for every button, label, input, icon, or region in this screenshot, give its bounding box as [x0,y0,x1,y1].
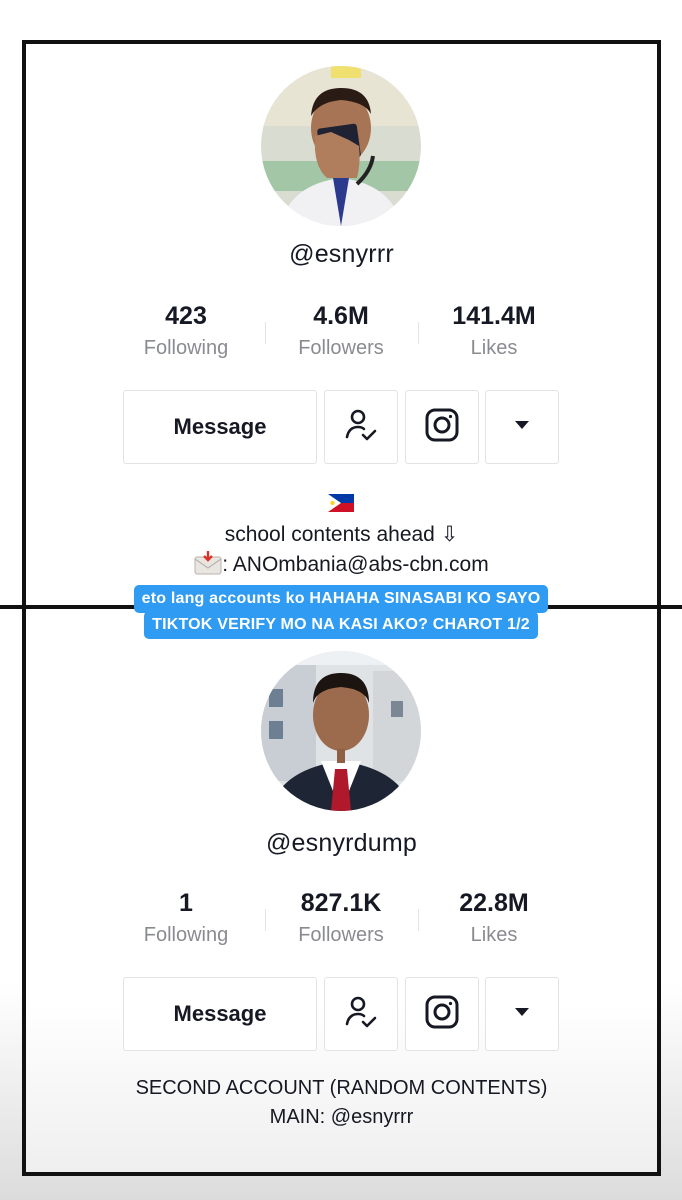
profile-panel-dump: @esnyrdump 1 Following 827.1K Followers … [26,609,657,1172]
stat-label: Following [143,337,229,359]
instagram-icon [423,993,461,1036]
stat-following[interactable]: 1 Following [111,889,261,947]
caption-line: TIKTOK VERIFY MO NA KASI AKO? CHAROT 1/2 [144,611,538,639]
avatar[interactable] [261,651,421,811]
instagram-button[interactable] [405,390,479,464]
stat-value: 22.8M [459,889,529,917]
instagram-button[interactable] [405,977,479,1051]
philippines-flag-icon [328,494,354,512]
message-button[interactable]: Message [123,390,317,464]
stat-label: Followers [298,337,384,359]
more-options-button[interactable] [485,977,559,1051]
stat-value: 1 [179,889,193,917]
user-check-icon [343,407,379,448]
profile-actions: Message [123,977,559,1051]
bio-email[interactable]: : ANOmbania@abs-cbn.com [222,553,488,576]
envelope-icon [194,551,222,581]
username: @esnyrrr [289,240,394,268]
stat-value: 4.6M [313,302,369,330]
stat-value: 423 [165,302,207,330]
bio-line: : ANOmbania@abs-cbn.com [26,551,657,581]
stat-value: 141.4M [452,302,536,330]
more-options-button[interactable] [485,390,559,464]
caret-down-icon [514,1005,530,1023]
username: @esnyrdump [265,829,418,857]
instagram-icon [423,406,461,449]
bio-line: school contents ahead ⇩ [224,523,459,546]
profile-stats: 1 Following 827.1K Followers 22.8M Likes [111,889,571,949]
following-button[interactable] [324,390,398,464]
stat-followers[interactable]: 4.6M Followers [266,302,416,360]
caption-line: eto lang accounts ko HAHAHA SINASABI KO … [133,585,549,613]
caret-down-icon [514,418,530,436]
stat-value: 827.1K [300,889,382,917]
bio-line: SECOND ACCOUNT (RANDOM CONTENTS) [135,1077,548,1099]
stat-label: Followers [298,924,384,946]
avatar[interactable] [261,66,421,226]
following-button[interactable] [324,977,398,1051]
bio-line: MAIN: @esnyrrr [269,1106,414,1128]
profile-panel-main: @esnyrrr 423 Following 4.6M Followers 14… [26,44,657,605]
stat-likes[interactable]: 22.8M Likes [419,889,569,947]
stat-following[interactable]: 423 Following [111,302,261,360]
user-check-icon [343,994,379,1035]
stat-label: Following [143,924,229,946]
message-button[interactable]: Message [123,977,317,1051]
stat-label: Likes [470,924,518,946]
stat-likes[interactable]: 141.4M Likes [419,302,569,360]
story-caption: eto lang accounts ko HAHAHA SINASABI KO … [0,585,682,639]
profile-actions: Message [123,390,559,464]
stat-label: Likes [470,337,518,359]
profile-stats: 423 Following 4.6M Followers 141.4M Like… [111,302,571,362]
stat-followers[interactable]: 827.1K Followers [266,889,416,947]
